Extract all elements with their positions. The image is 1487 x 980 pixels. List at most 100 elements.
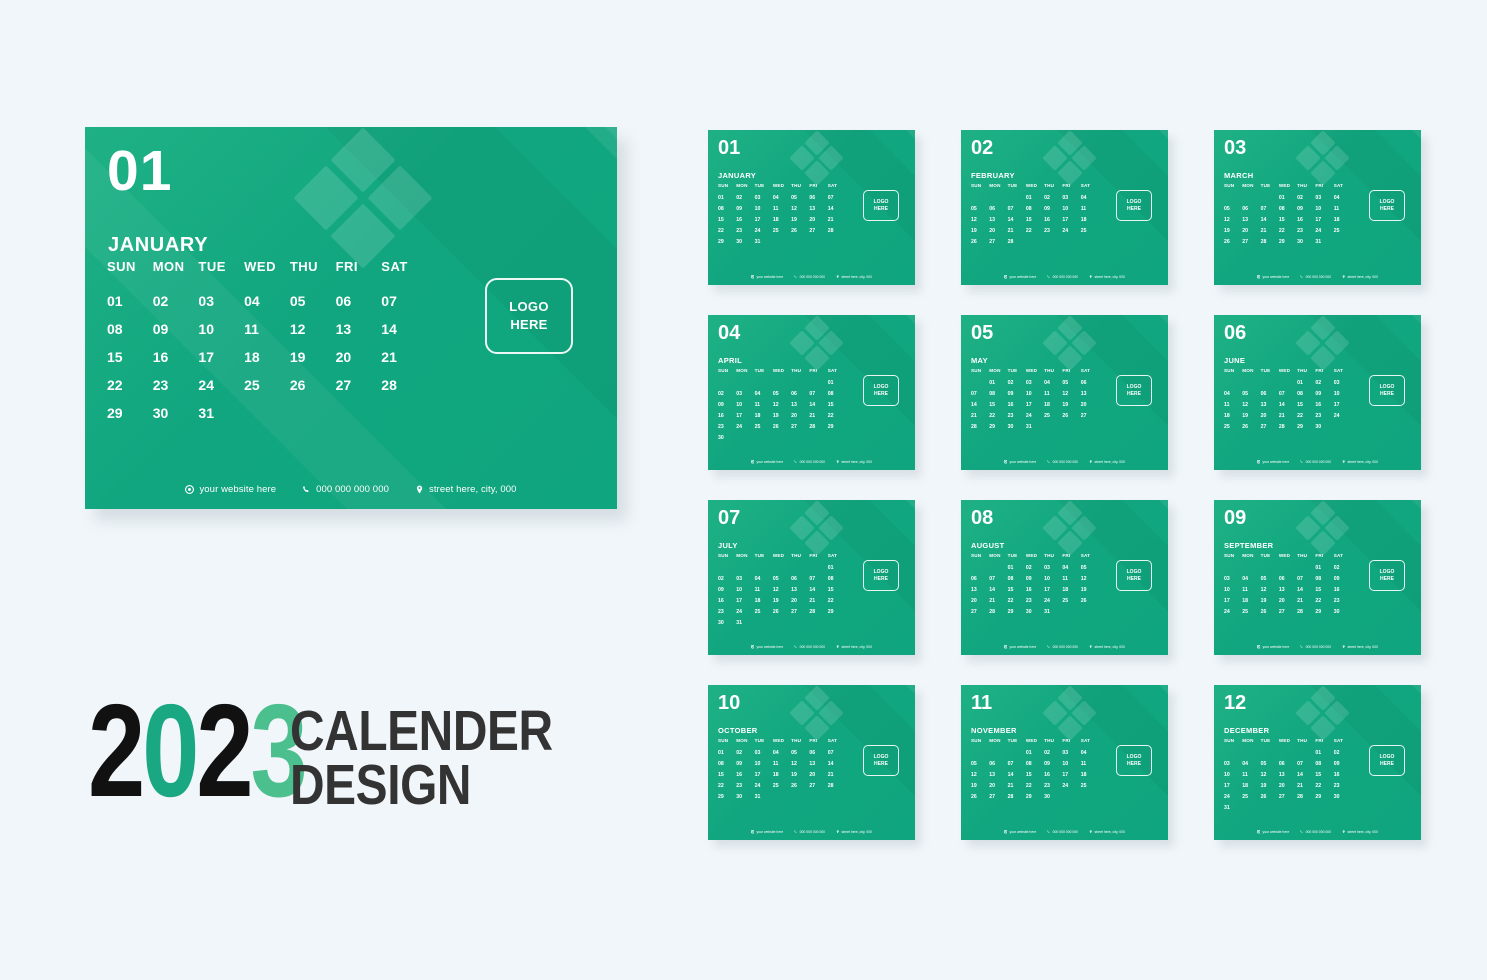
day-cell[interactable]: 08 xyxy=(828,576,846,582)
day-cell[interactable]: 01 xyxy=(718,195,736,201)
day-cell[interactable]: 08 xyxy=(1008,576,1026,582)
day-cell[interactable]: 17 xyxy=(755,772,773,778)
day-cell[interactable]: 02 xyxy=(1334,750,1352,756)
day-cell[interactable]: 04 xyxy=(1242,761,1260,767)
day-cell[interactable]: 07 xyxy=(1261,206,1279,212)
day-cell[interactable]: 02 xyxy=(1315,380,1333,386)
footer-phone[interactable]: 000 000 000 000 xyxy=(1300,830,1331,834)
day-cell[interactable]: 05 xyxy=(1062,380,1080,386)
footer-address[interactable]: street here, city, 000 xyxy=(1342,275,1378,279)
day-cell[interactable]: 09 xyxy=(1297,206,1315,212)
day-cell[interactable]: 13 xyxy=(989,772,1007,778)
day-cell[interactable]: 17 xyxy=(736,598,754,604)
day-cell[interactable]: 24 xyxy=(1315,228,1333,234)
day-cell[interactable]: 01 xyxy=(1026,195,1044,201)
day-cell[interactable]: 14 xyxy=(809,402,827,408)
day-cell[interactable]: 18 xyxy=(773,772,791,778)
day-cell[interactable]: 22 xyxy=(718,228,736,234)
day-cell[interactable]: 06 xyxy=(989,206,1007,212)
day-cell[interactable]: 15 xyxy=(989,402,1007,408)
month-day-grid[interactable]: SUN MON TUE WED THU FRI SAT 01 02 03 04 05 06 07 08 09… xyxy=(718,368,846,441)
day-cell[interactable]: 16 xyxy=(1297,217,1315,223)
day-cell[interactable]: 06 xyxy=(989,761,1007,767)
day-cell[interactable]: 16 xyxy=(1044,217,1062,223)
day-cell[interactable]: 21 xyxy=(828,217,846,223)
month-day-grid[interactable]: SUN MON TUE WED THU FRI SAT 01 02 03 04 05 06 07 08 09… xyxy=(971,553,1099,615)
day-cell[interactable]: 26 xyxy=(791,783,809,789)
day-cell[interactable]: 20 xyxy=(1081,402,1099,408)
day-cell[interactable]: 09 xyxy=(1334,576,1352,582)
day-cell[interactable]: 04 xyxy=(755,576,773,582)
day-cell[interactable]: 30 xyxy=(718,620,736,626)
day-cell[interactable]: 15 xyxy=(1279,217,1297,223)
day-cell[interactable]: 08 xyxy=(1315,576,1333,582)
day-cell[interactable]: 26 xyxy=(1242,424,1260,430)
footer-website[interactable]: your website here xyxy=(1004,645,1036,649)
day-cell[interactable]: 05 xyxy=(791,750,809,756)
day-cell[interactable]: 28 xyxy=(1297,794,1315,800)
day-cell[interactable]: 14 xyxy=(1297,772,1315,778)
day-cell[interactable]: 16 xyxy=(1008,402,1026,408)
day-cell[interactable]: 08 xyxy=(828,391,846,397)
day-cell[interactable]: 07 xyxy=(828,750,846,756)
day-cell[interactable]: 13 xyxy=(971,587,989,593)
day-cell[interactable]: 08 xyxy=(718,206,736,212)
day-cell[interactable]: 24 xyxy=(1224,794,1242,800)
day-cell[interactable]: 08 xyxy=(718,761,736,767)
day-cell[interactable]: 23 xyxy=(1297,228,1315,234)
logo-placeholder[interactable]: LOGO HERE xyxy=(485,278,573,354)
day-cell[interactable]: 26 xyxy=(773,424,791,430)
day-cell[interactable]: 06 xyxy=(336,293,382,309)
day-cell[interactable]: 11 xyxy=(244,321,290,337)
day-cell[interactable]: 19 xyxy=(1261,598,1279,604)
day-cell[interactable]: 04 xyxy=(1062,565,1080,571)
day-cell[interactable]: 06 xyxy=(791,391,809,397)
day-cell[interactable]: 28 xyxy=(1008,794,1026,800)
footer-phone[interactable]: 000 000 000 000 xyxy=(794,275,825,279)
day-cell[interactable]: 07 xyxy=(971,391,989,397)
day-cell[interactable]: 19 xyxy=(791,217,809,223)
day-cell[interactable]: 07 xyxy=(1279,391,1297,397)
day-cell[interactable]: 12 xyxy=(971,772,989,778)
day-cell[interactable]: 15 xyxy=(1026,217,1044,223)
day-cell[interactable]: 21 xyxy=(1279,413,1297,419)
day-cell[interactable]: 21 xyxy=(809,598,827,604)
day-cell[interactable]: 06 xyxy=(809,195,827,201)
day-cell[interactable]: 28 xyxy=(1279,424,1297,430)
footer-address[interactable]: street here, city, 000 xyxy=(836,460,872,464)
day-cell[interactable]: 19 xyxy=(971,228,989,234)
day-cell[interactable]: 08 xyxy=(1026,206,1044,212)
day-cell[interactable]: 09 xyxy=(153,321,199,337)
day-cell[interactable]: 03 xyxy=(1224,761,1242,767)
day-cell[interactable]: 29 xyxy=(1279,239,1297,245)
day-cell[interactable]: 12 xyxy=(1261,587,1279,593)
day-cell[interactable]: 16 xyxy=(1044,772,1062,778)
day-cell[interactable]: 29 xyxy=(107,405,153,421)
day-cell[interactable]: 15 xyxy=(1297,402,1315,408)
day-cell[interactable]: 31 xyxy=(1044,609,1062,615)
month-card-04[interactable]: 04 APRIL SUN MON TUE WED THU FRI SAT 01 02 03 04 05 0… xyxy=(708,315,915,470)
day-cell[interactable]: 26 xyxy=(971,239,989,245)
day-cell[interactable]: 05 xyxy=(971,761,989,767)
day-cell[interactable]: 23 xyxy=(1026,598,1044,604)
day-cell[interactable]: 03 xyxy=(1062,750,1080,756)
day-cell[interactable]: 08 xyxy=(1026,761,1044,767)
day-cell[interactable]: 18 xyxy=(773,217,791,223)
day-cell[interactable]: 18 xyxy=(244,349,290,365)
day-cell[interactable]: 26 xyxy=(773,609,791,615)
day-cell[interactable]: 17 xyxy=(755,217,773,223)
month-day-grid[interactable]: SUN MON TUE WED THU FRI SAT 01 02 03 04 05 06 07 08 09 1… xyxy=(718,183,846,245)
day-cell[interactable]: 21 xyxy=(381,349,427,365)
footer-phone[interactable]: 000 000 000 000 xyxy=(794,645,825,649)
day-cell[interactable]: 28 xyxy=(989,609,1007,615)
day-cell[interactable]: 09 xyxy=(1026,576,1044,582)
month-day-grid[interactable]: SUN MON TUE WED THU FRI SAT 01 02 03 04 05 06 07 08 09… xyxy=(971,368,1099,430)
day-cell[interactable]: 10 xyxy=(1224,772,1242,778)
day-cell[interactable]: 15 xyxy=(1026,772,1044,778)
day-cell[interactable]: 23 xyxy=(1044,228,1062,234)
logo-placeholder[interactable]: LOGO HERE xyxy=(1116,560,1152,591)
day-cell[interactable]: 05 xyxy=(1261,761,1279,767)
day-cell[interactable]: 15 xyxy=(718,217,736,223)
day-cell[interactable]: 09 xyxy=(736,206,754,212)
day-cell[interactable]: 07 xyxy=(381,293,427,309)
